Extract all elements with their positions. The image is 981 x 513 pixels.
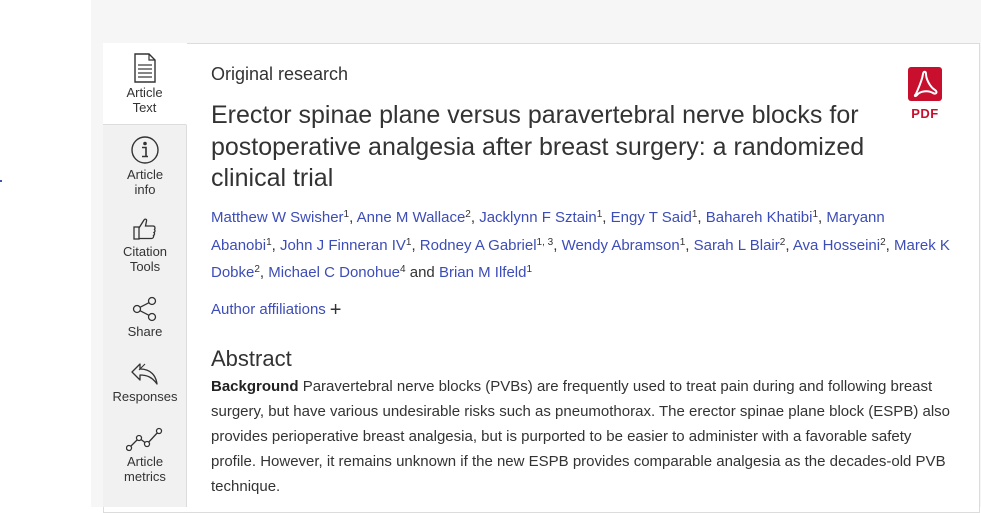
abstract-background: Background Paravertebral nerve blocks (P… (211, 374, 956, 499)
author-link[interactable]: Ava Hosseini (793, 237, 880, 254)
sidebar-item-label: Citation (122, 244, 168, 259)
sidebar-item-label: info (134, 182, 156, 197)
author-affiliation-number: 1, 3 (536, 236, 554, 248)
author-affiliation-number: 1 (343, 209, 350, 220)
document-icon (133, 53, 156, 83)
pdf-icon (908, 67, 942, 101)
author-link[interactable]: Engy T Said (611, 209, 692, 226)
article-sidebar: Article Text Article info Citation Tools… (103, 43, 187, 507)
author-link[interactable]: John J Finneran IV (280, 237, 406, 254)
author-affiliation-number: 2 (465, 209, 471, 220)
sidebar-item-label: Article (126, 85, 163, 100)
sidebar-item-label: Tools (129, 259, 161, 274)
metrics-icon (126, 427, 163, 452)
sidebar-item-article-text[interactable]: Article Text (103, 43, 187, 125)
sidebar-item-share[interactable]: Share (103, 296, 187, 339)
author-link[interactable]: Brian M Ilfeld (439, 264, 527, 281)
author-affiliations-label: Author affiliations (211, 301, 326, 318)
author-affiliation-number: 1 (691, 209, 698, 220)
pdf-label: PDF (911, 106, 939, 121)
sidebar-item-label: Text (132, 100, 157, 115)
author-affiliation-number: 2 (880, 236, 886, 248)
thumbs-up-icon (133, 218, 156, 240)
author-affiliation-number: 4 (400, 264, 406, 275)
sidebar-item-label: Share (127, 324, 163, 339)
author-affiliation-number: 1 (596, 209, 603, 220)
article-type: Original research (211, 64, 349, 84)
author-affiliation-number: 1 (679, 236, 686, 248)
sidebar-item-responses[interactable]: Responses (103, 361, 187, 404)
pdf-download-button[interactable]: PDF (906, 67, 944, 121)
abstract-heading: Abstract (211, 346, 292, 371)
sidebar-item-citation-tools[interactable]: Citation Tools (103, 216, 187, 274)
reply-icon (131, 363, 158, 385)
authors-conjunction: and (409, 264, 435, 281)
author-link[interactable]: Bahareh Khatibi (706, 209, 813, 226)
author-affiliation-number: 1 (266, 236, 272, 248)
sidebar-item-label: Article (126, 167, 164, 182)
author-link[interactable]: Rodney A Gabriel (420, 237, 537, 254)
sidebar-item-label: Article (126, 454, 164, 469)
sidebar-item-label: Responses (112, 389, 178, 404)
share-icon (132, 296, 157, 322)
info-icon (131, 136, 159, 164)
author-link[interactable]: Jacklynn F Sztain (479, 209, 597, 226)
sidebar-item-article-metrics[interactable]: Article metrics (103, 426, 187, 484)
author-affiliation-number: 2 (779, 236, 786, 248)
stray-dot (0, 180, 2, 182)
sidebar-item-label: metrics (124, 469, 166, 484)
abstract-text: Paravertebral nerve blocks (PVBs) are fr… (211, 378, 950, 495)
author-link[interactable]: Wendy Abramson (562, 237, 680, 254)
author-affiliations-toggle[interactable]: Author affiliations + (211, 299, 341, 322)
article-title: Erector spinae plane versus paravertebra… (211, 101, 865, 192)
author-link[interactable]: Michael C Donohue (268, 264, 400, 281)
author-link[interactable]: Anne M Wallace (357, 209, 466, 226)
author-affiliation-number: 1 (405, 236, 412, 248)
author-link[interactable]: Matthew W Swisher (211, 209, 344, 226)
author-affiliation-number: 1 (812, 209, 819, 220)
author-list: Matthew W Swisher1, Anne M Wallace2, Jac… (211, 209, 950, 281)
author-affiliation-number: 1 (526, 264, 533, 275)
author-affiliation-number: 2 (254, 264, 260, 275)
sidebar-item-article-info[interactable]: Article info (103, 135, 187, 197)
author-link[interactable]: Sarah L Blair (694, 237, 780, 254)
expand-plus-icon: + (329, 299, 342, 321)
abstract-section-label: Background (211, 378, 299, 395)
